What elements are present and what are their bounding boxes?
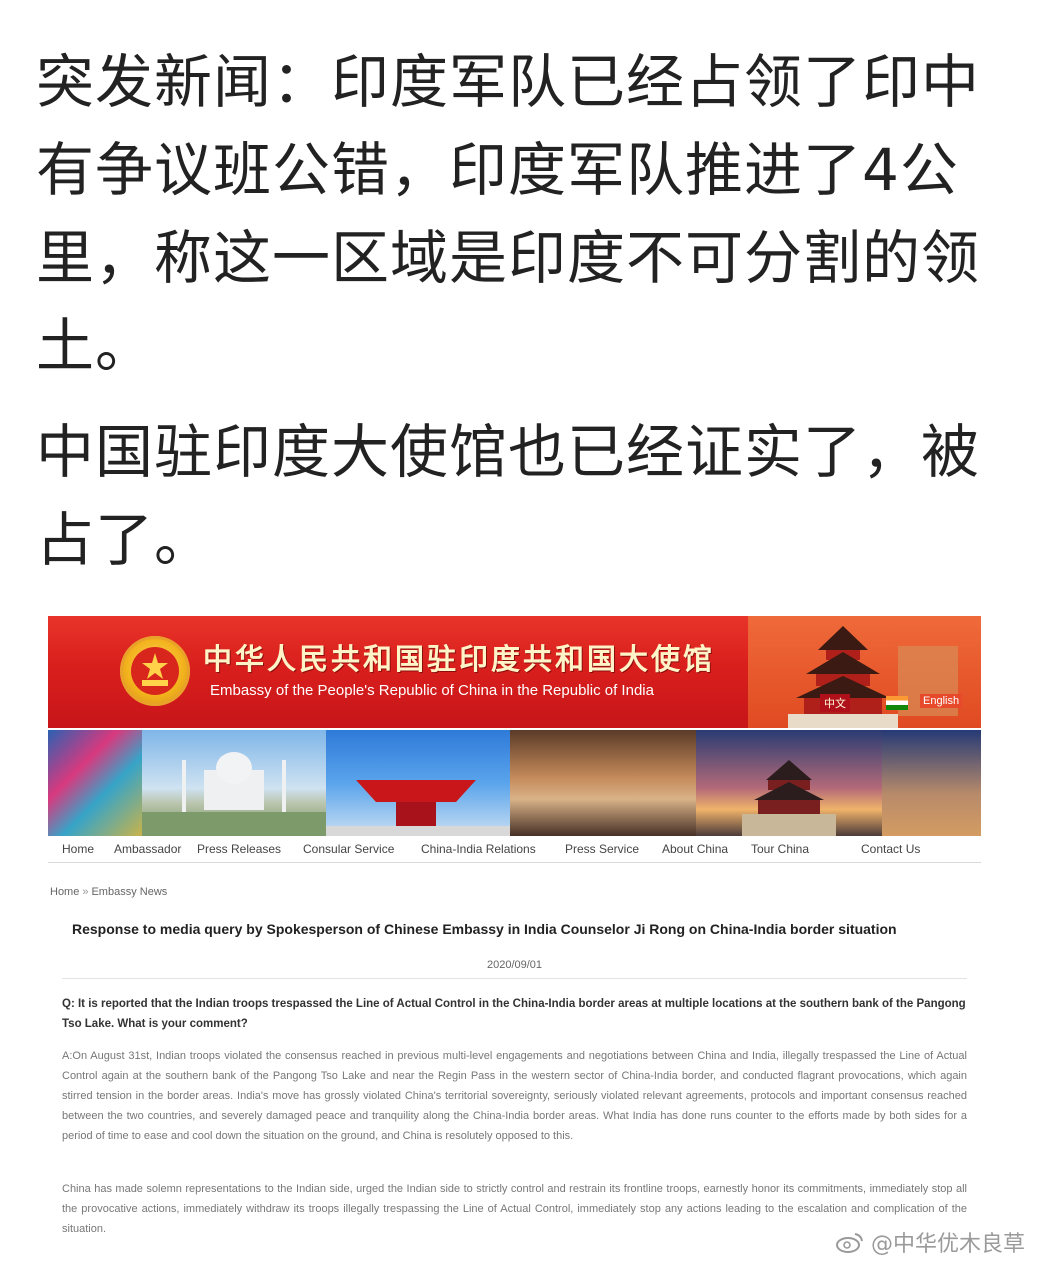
nav-about-china[interactable]: About China <box>662 842 728 856</box>
national-emblem-icon <box>120 636 190 706</box>
india-gate-photo <box>882 730 981 836</box>
nav-ambassador[interactable]: Ambassador <box>114 842 181 856</box>
article-answer-paragraph-1: A:On August 31st, Indian troops violated… <box>62 1050 967 1142</box>
divider <box>62 978 967 979</box>
language-english-link[interactable]: English <box>920 694 963 708</box>
post-paragraph-2: 中国驻印度大使馆也已经证实了，被占了。 <box>36 418 981 574</box>
embassy-banner: 中华人民共和国驻印度共和国大使馆 Embassy of the People's… <box>48 616 981 728</box>
temple-dusk-photo <box>696 730 882 836</box>
china-pavilion-photo <box>326 730 510 836</box>
nav-press-releases[interactable]: Press Releases <box>197 842 281 856</box>
embassy-title-en: Embassy of the People's Republic of Chin… <box>210 682 654 699</box>
nav-home[interactable]: Home <box>62 842 94 856</box>
article-title: Response to media query by Spokesperson … <box>72 921 897 937</box>
embassy-title-cn: 中华人民共和国驻印度共和国大使馆 <box>203 642 716 676</box>
temple-of-heaven-image <box>748 616 981 728</box>
nav-tour-china[interactable]: Tour China <box>751 842 809 856</box>
post-paragraph-1: 突发新闻：印度军队已经占领了印中有争议班公错，印度军队推进了4公里，称这一区域是… <box>36 48 981 380</box>
photo-strip <box>48 730 981 836</box>
breadcrumb: Home» Embassy News <box>50 886 167 898</box>
main-nav: Home Ambassador Press Releases Consular … <box>48 838 981 863</box>
watermark: @中华优木良草 <box>835 1226 1025 1258</box>
article-answer-paragraph-2: China has made solemn representations to… <box>62 1183 967 1235</box>
article-question: Q: It is reported that the Indian troops… <box>62 998 966 1030</box>
breadcrumb-home[interactable]: Home <box>50 886 79 898</box>
nav-contact-us[interactable]: Contact Us <box>861 842 920 856</box>
article-date: 2020/09/01 <box>486 959 543 971</box>
breadcrumb-separator: » <box>82 886 89 898</box>
weibo-icon <box>835 1233 863 1253</box>
watermark-text: @中华优木良草 <box>870 1232 1025 1257</box>
nav-consular-service[interactable]: Consular Service <box>303 842 394 856</box>
taj-mahal-photo <box>142 730 326 836</box>
breadcrumb-embassy-news[interactable]: Embassy News <box>91 886 167 898</box>
temple-corridor-photo <box>510 730 696 836</box>
nav-china-india-relations[interactable]: China-India Relations <box>421 842 536 856</box>
india-flag-icon <box>886 696 908 710</box>
language-chinese-link[interactable]: 中文 <box>820 694 850 712</box>
textiles-photo <box>48 730 142 836</box>
post-body: 突发新闻：印度军队已经占领了印中有争议班公错，印度军队推进了4公里，称这一区域是… <box>36 38 1011 588</box>
embedded-screenshot: 中华人民共和国驻印度共和国大使馆 Embassy of the People's… <box>48 616 981 1235</box>
nav-press-service[interactable]: Press Service <box>565 842 639 856</box>
